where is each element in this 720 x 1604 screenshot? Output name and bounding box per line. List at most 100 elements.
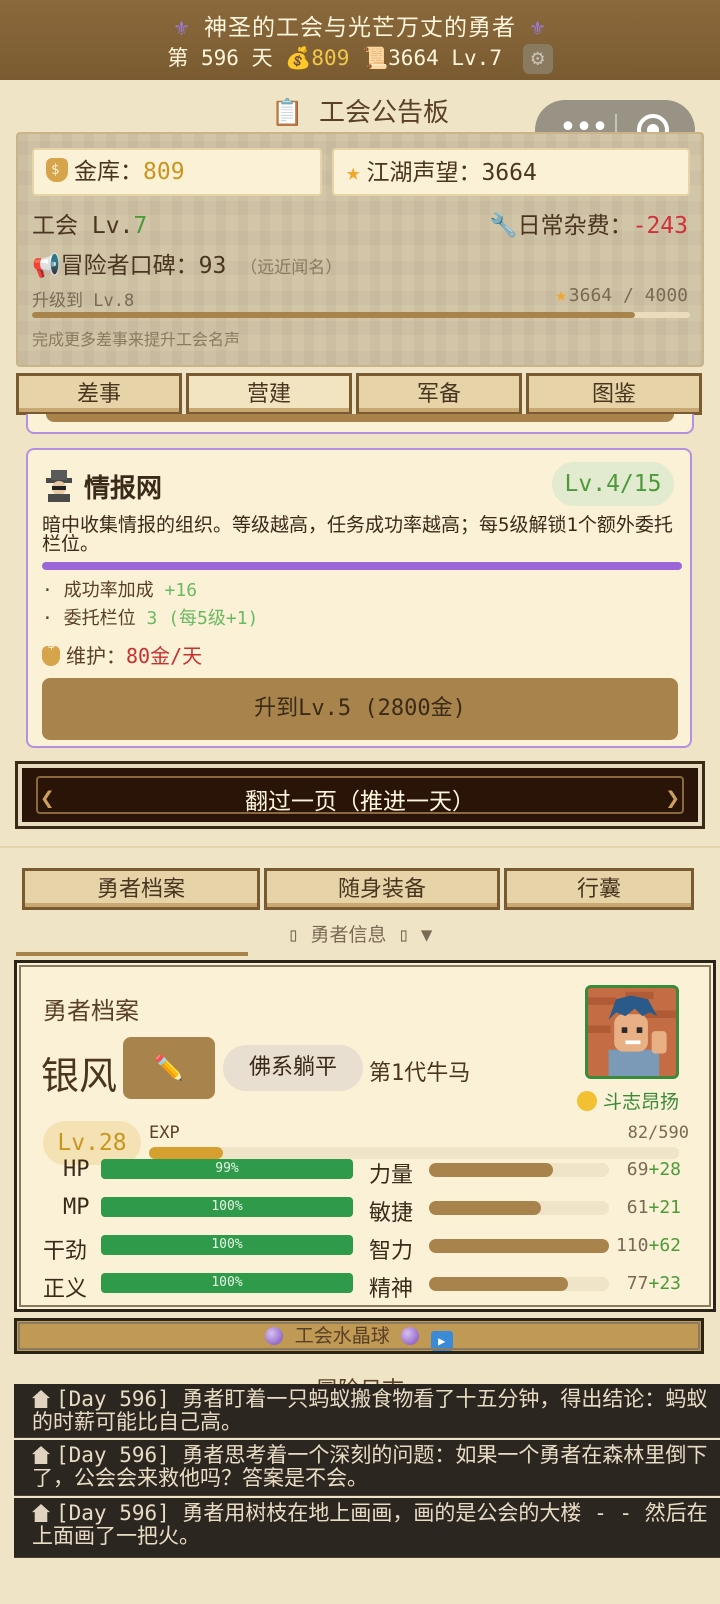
attr-name-agility: 敏捷 — [369, 1201, 414, 1226]
log-entry-text: [Day 596] 勇者用树枝在地上画画，画的是公会的大楼 - - 然后在上面画… — [32, 1501, 708, 1548]
board-hint: 完成更多差事来提升工会名声 — [32, 330, 241, 349]
tab-equipment[interactable]: 随身装备 — [264, 868, 500, 910]
hero-trait-badge: 佛系躺平 — [223, 1045, 363, 1091]
attr-name-intelligence: 智力 — [369, 1239, 414, 1264]
agility-base: 61 — [626, 1197, 649, 1218]
intelligence-value: 110+62 — [605, 1235, 681, 1256]
section-divider — [0, 846, 720, 848]
hero-mood: 斗志昂扬 — [577, 1087, 679, 1114]
gold-amount: 809 — [311, 46, 350, 70]
tab-errands[interactable]: 差事 — [16, 373, 182, 415]
daily-expense-line: 🔧日常杂费：-243 — [489, 206, 688, 240]
building-upkeep-line: 维护：80金/天 — [42, 636, 202, 669]
upgrade-button[interactable]: 升到Lv.5 (2800金) — [42, 678, 678, 740]
treasury-box: 金库：809 — [32, 148, 322, 196]
tab-codex[interactable]: 图鉴 — [526, 373, 702, 415]
advance-day-button[interactable]: ❮ ❯ 翻过一页（推进一天） — [15, 761, 705, 829]
intelligence-bar — [429, 1239, 609, 1253]
building-level-bar — [42, 562, 682, 570]
success-bonus-value: +16 — [164, 580, 198, 601]
strength-bar — [429, 1163, 609, 1177]
log-entry-text: [Day 596] 勇者盯着一只蚂蚁搬食物看了十五分钟，得出结论：蚂蚁的时薪可能… — [32, 1387, 708, 1434]
attr-name-spirit: 精神 — [369, 1277, 414, 1302]
hero-generation: 第1代牛马 — [369, 1061, 471, 1086]
house-icon — [32, 1504, 50, 1522]
level-progress-fill — [32, 312, 635, 318]
reputation-desc: （远近闻名） — [240, 258, 343, 278]
spirit-bar — [429, 1277, 609, 1291]
spirit-bar-fill — [429, 1277, 568, 1291]
strength-bar-fill — [429, 1163, 554, 1177]
exp-value: 82/590 — [627, 1123, 689, 1143]
hero-section-title: 勇者档案 — [43, 997, 139, 1025]
building-card: 情报网 Lv.4/15 暗中收集情报的组织。等级越高，任务成功率越高；每5级解锁… — [26, 448, 692, 748]
guild-level: Lv.7 — [451, 46, 502, 70]
reputation-line: 📢冒险者口碑：93 （远近闻名） — [32, 246, 342, 280]
hero-name: 银风 — [41, 1054, 118, 1098]
stat-name-hp: HP — [63, 1157, 90, 1182]
tab-construction[interactable]: 营建 — [186, 373, 352, 415]
gold-bag-icon: 💰 — [285, 46, 312, 70]
level-progress-bar — [32, 312, 690, 318]
fame-label: 江湖声望： — [366, 160, 482, 186]
money-bag-icon — [46, 148, 68, 192]
exp-bar — [149, 1147, 679, 1159]
mp-bar: 100% — [101, 1197, 353, 1217]
hero-profile-card: 勇者档案 银风 ✏️ 佛系躺平 第1代牛马 斗志昂扬 Lv.28 EXP 82/… — [14, 960, 716, 1312]
hero-portrait[interactable] — [585, 985, 679, 1079]
status-row: 第 596 天 💰809 📜3664 Lv.7 ⚙ — [0, 42, 720, 74]
spy-icon — [46, 470, 72, 502]
agility-bar — [429, 1201, 609, 1215]
building-level-badge: Lv.4/15 — [552, 462, 674, 506]
hp-bar: 99% — [101, 1159, 353, 1179]
tab-inventory[interactable]: 行囊 — [504, 868, 694, 910]
reputation-value: 93 — [198, 253, 227, 279]
spirit-bonus: +23 — [648, 1273, 681, 1294]
smile-icon — [577, 1091, 597, 1111]
log-entry: [Day 596] 勇者盯着一只蚂蚁搬食物看了十五分钟，得出结论：蚂蚁的时薪可能… — [14, 1384, 720, 1438]
play-icon[interactable]: ▶ — [430, 1331, 453, 1351]
level-progress-value: 3664 / 4000 — [568, 285, 688, 306]
hero-mood-text: 斗志昂扬 — [603, 1091, 680, 1113]
intelligence-bonus: +62 — [648, 1235, 681, 1256]
board-title-text: 工会公告板 — [319, 98, 450, 128]
justice-bar: 100% — [101, 1273, 353, 1293]
agility-bar-fill — [429, 1201, 541, 1215]
daily-expense-value: -243 — [632, 213, 688, 239]
log-entry: [Day 596] 勇者思考着一个深刻的问题：如果一个勇者在森林里倒下了，公会会… — [14, 1440, 720, 1496]
hero-info-toggle[interactable]: ▯ 勇者信息 ▯ ▼ — [0, 920, 720, 947]
building-upkeep-label: 维护： — [66, 644, 126, 668]
fleur-de-lis-icon: ⚜ — [174, 16, 190, 41]
gear-icon[interactable]: ⚙ — [522, 44, 553, 74]
success-bonus-label: · 成功率加成 — [42, 580, 165, 601]
crystal-ball-label: 工会水晶球 — [294, 1325, 390, 1347]
agility-bonus: +21 — [648, 1197, 681, 1218]
money-bag-icon — [42, 636, 60, 666]
tab-armory[interactable]: 军备 — [356, 373, 522, 415]
previous-upgrade-button[interactable] — [46, 414, 674, 422]
attr-name-strength: 力量 — [369, 1163, 414, 1188]
previous-building-card — [26, 414, 694, 434]
house-icon — [32, 1390, 50, 1408]
guild-level-line: 工会 Lv.7 — [32, 206, 147, 240]
commission-slot-value: 3 (每5级+1) — [146, 608, 259, 629]
scroll-icon: 📜 — [362, 46, 389, 70]
level-progress-text: ★ 3664 / 4000 — [555, 284, 688, 306]
commission-slot-label: · 委托栏位 — [42, 608, 147, 629]
guild-level-value: 7 — [133, 213, 148, 239]
stat-name-justice: 正义 — [43, 1277, 88, 1302]
day-counter: 第 596 天 — [167, 46, 273, 70]
star-icon: ★ — [346, 158, 361, 186]
edit-name-button[interactable]: ✏️ — [123, 1037, 215, 1099]
hero-tab-underline — [16, 952, 248, 956]
tab-hero-profile[interactable]: 勇者档案 — [22, 868, 260, 910]
strength-value: 69+28 — [605, 1159, 681, 1180]
intelligence-base: 110 — [615, 1235, 649, 1256]
stat-name-mp: MP — [63, 1195, 90, 1220]
building-description: 暗中收集情报的组织。等级越高，任务成功率越高；每5级解锁1个额外委托栏位。 — [42, 514, 673, 555]
crystal-ball-bar[interactable]: 工会水晶球 ▶ — [14, 1318, 704, 1354]
drive-bar: 100% — [101, 1235, 353, 1255]
exp-bar-fill — [149, 1147, 223, 1159]
clipboard-icon: 📋 — [270, 98, 304, 128]
star-icon: ★ — [555, 284, 567, 306]
